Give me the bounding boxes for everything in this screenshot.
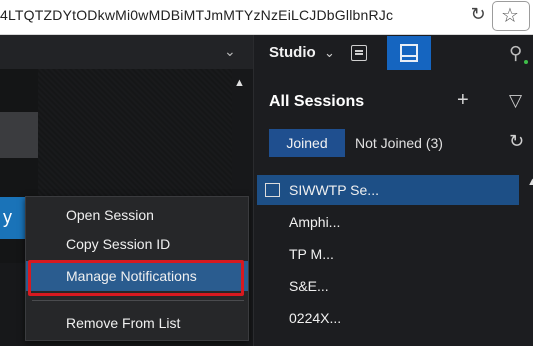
menu-separator — [32, 300, 244, 301]
studio-label[interactable]: Studio — [269, 44, 316, 61]
panel-title: All Sessions — [269, 93, 365, 110]
sessions-panel: Studio ⌄ ⚲ All Sessions + ▽ Joined Not J… — [253, 35, 533, 346]
menu-item-copy-session-id[interactable]: Copy Session ID — [26, 229, 248, 259]
menu-item-open-session[interactable]: Open Session — [26, 200, 248, 230]
session-name: S&E... — [289, 278, 329, 294]
left-pane-header: ⌄ — [0, 35, 253, 69]
bookmark-button[interactable]: ☆ — [492, 1, 530, 31]
refresh-icon[interactable]: ↻ — [509, 131, 524, 152]
session-row[interactable]: S&E... — [257, 271, 519, 301]
status-dot — [524, 60, 528, 64]
panel-toggle-button[interactable] — [387, 36, 431, 70]
list-view-icon[interactable] — [351, 45, 367, 61]
chevron-down-icon[interactable]: ⌄ — [324, 45, 335, 61]
add-session-icon[interactable]: + — [457, 89, 469, 112]
browser-url-bar[interactable]: 4LTQTZDYtODkwMi0wMDBiMTJmMTYzNzEiLCJDbGl… — [0, 0, 533, 35]
session-name: TP M... — [289, 246, 334, 262]
url-text[interactable]: 4LTQTZDYtODkwMi0wMDBiMTJmMTYzNzEiLCJDbGl… — [0, 7, 470, 27]
star-icon: ☆ — [501, 5, 519, 27]
reload-icon[interactable]: ↻ — [468, 3, 488, 25]
panel-layout-icon — [400, 44, 418, 62]
pin-icon[interactable]: ⚲ — [509, 43, 522, 64]
tab-joined[interactable]: Joined — [269, 129, 345, 157]
session-name: SIWWTP Se... — [289, 182, 379, 198]
session-row[interactable]: TP M... — [257, 239, 519, 269]
session-row[interactable]: SIWWTP Se... — [257, 175, 519, 205]
chevron-down-icon[interactable]: ⌄ — [224, 43, 236, 60]
tab-not-joined[interactable]: Not Joined (3) — [355, 129, 465, 157]
session-name: Amphi... — [289, 214, 341, 230]
session-row[interactable]: 0224X... — [257, 303, 519, 333]
video-thumbnail — [0, 112, 38, 158]
menu-item-remove-from-list[interactable]: Remove From List — [26, 308, 248, 338]
app-window: 4LTQTZDYtODkwMi0wMDBiMTJmMTYzNzEiLCJDbGl… — [0, 0, 533, 346]
scroll-up-arrow-icon[interactable]: ▲ — [234, 77, 245, 89]
highlight-annotation-box — [28, 260, 244, 296]
scroll-up-arrow-icon[interactable]: ▲ — [527, 176, 533, 188]
session-row[interactable]: Amphi... — [257, 207, 519, 237]
session-checkbox[interactable] — [265, 183, 280, 197]
filter-icon[interactable]: ▽ — [509, 91, 522, 111]
session-name: 0224X... — [289, 310, 342, 326]
